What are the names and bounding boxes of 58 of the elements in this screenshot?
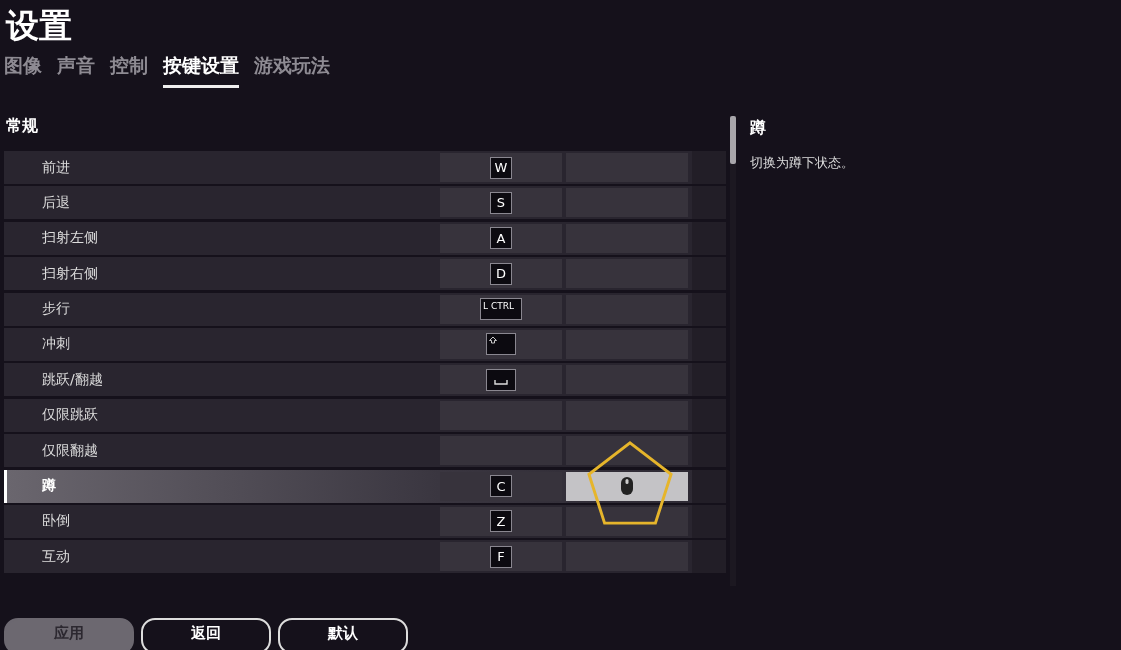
- page-title: 设置: [6, 5, 72, 47]
- binding-row[interactable]: 前进 W: [4, 151, 726, 184]
- binding-row[interactable]: 卧倒 Z: [4, 504, 726, 538]
- action-label: 步行: [41, 300, 71, 319]
- action-label: 跳跃/翻越: [41, 370, 104, 389]
- key-cap: C: [490, 475, 512, 497]
- binding-row[interactable]: 蹲 C: [4, 469, 726, 503]
- key-cap: F: [490, 545, 512, 568]
- binding-row[interactable]: 扫射右侧 D: [4, 257, 726, 291]
- action-label: 互动: [41, 547, 71, 566]
- secondary-binding-slot[interactable]: [566, 506, 688, 536]
- binding-row[interactable]: 步行 L CTRL: [4, 292, 726, 326]
- footer-button[interactable]: 返回: [141, 618, 271, 650]
- key-cap: A: [490, 227, 512, 250]
- primary-binding-slot[interactable]: A: [440, 223, 562, 253]
- shift-key-icon: [486, 333, 516, 356]
- action-label: 卧倒: [41, 512, 71, 531]
- detail-title: 蹲: [750, 118, 767, 139]
- primary-binding-slot[interactable]: Z: [440, 506, 562, 536]
- action-label: 仅限翻越: [41, 441, 99, 460]
- binding-row[interactable]: 扫射左侧 A: [4, 221, 726, 255]
- action-label: 仅限跳跃: [41, 406, 99, 425]
- action-label: 扫射右侧: [41, 264, 99, 283]
- key-cap: S: [490, 191, 512, 214]
- primary-binding-slot[interactable]: W: [440, 153, 562, 182]
- primary-binding-slot[interactable]: F: [440, 542, 562, 572]
- primary-binding-slot[interactable]: [440, 365, 562, 395]
- action-label: 蹲: [41, 477, 57, 495]
- key-cap: L CTRL: [480, 298, 522, 321]
- binding-row[interactable]: 后退 S: [4, 186, 726, 220]
- binding-row[interactable]: 互动 F: [4, 540, 726, 574]
- secondary-binding-slot[interactable]: [566, 436, 688, 466]
- action-label: 扫射左侧: [41, 229, 99, 248]
- tab[interactable]: 图像: [4, 53, 42, 88]
- space-key-icon: [486, 368, 516, 391]
- key-cap: W: [490, 156, 512, 179]
- primary-binding-slot[interactable]: S: [440, 188, 562, 218]
- primary-binding-slot[interactable]: L CTRL: [440, 294, 562, 324]
- action-label: 后退: [41, 193, 71, 212]
- action-label: 前进: [41, 158, 71, 177]
- footer-button[interactable]: 默认: [278, 618, 408, 650]
- action-label: 冲刺: [41, 335, 71, 354]
- binding-row[interactable]: 跳跃/翻越: [4, 363, 726, 397]
- secondary-binding-slot[interactable]: [566, 471, 688, 501]
- tab[interactable]: 游戏玩法: [254, 53, 330, 88]
- primary-binding-slot[interactable]: D: [440, 259, 562, 289]
- key-cap: Z: [490, 510, 512, 533]
- tab[interactable]: 控制: [110, 53, 148, 88]
- mouse-icon: [620, 476, 634, 496]
- binding-row[interactable]: 仅限翻越: [4, 434, 726, 468]
- detail-description: 切换为蹲下状态。: [750, 154, 854, 172]
- key-cap: D: [490, 262, 512, 285]
- tab[interactable]: 按键设置: [163, 53, 239, 88]
- section-heading: 常规: [5, 116, 39, 137]
- primary-binding-slot[interactable]: [440, 329, 562, 359]
- binding-row[interactable]: 冲刺: [4, 327, 726, 361]
- scrollbar-thumb[interactable]: [730, 116, 736, 164]
- tab[interactable]: 声音: [57, 53, 95, 88]
